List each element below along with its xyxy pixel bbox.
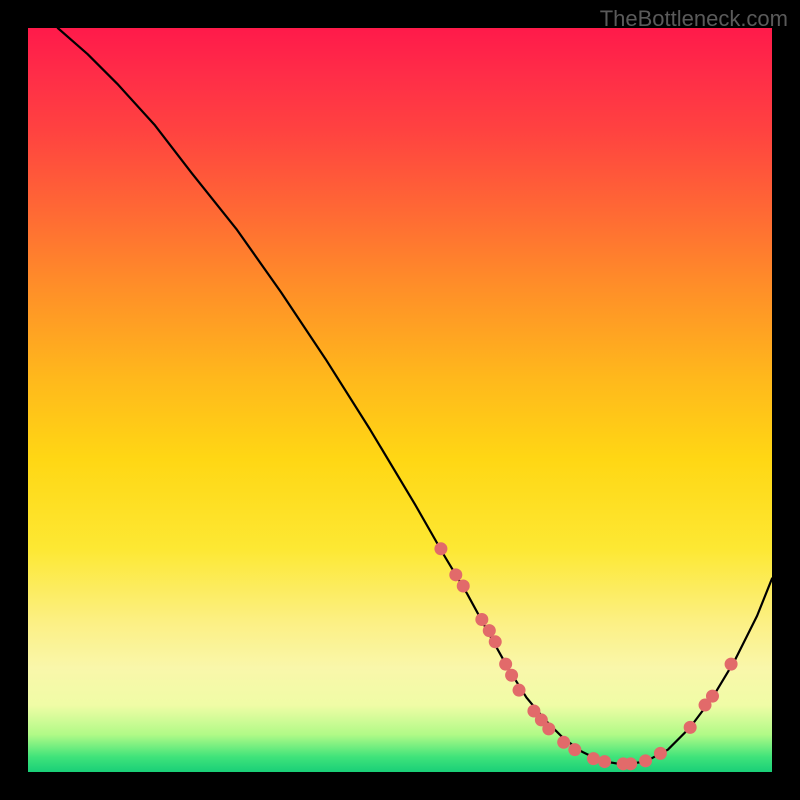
curve-marker bbox=[449, 568, 462, 581]
curve-marker bbox=[489, 635, 502, 648]
curve-marker bbox=[706, 690, 719, 703]
curve-marker bbox=[725, 658, 738, 671]
curve-marker bbox=[434, 542, 447, 555]
curve-marker bbox=[475, 613, 488, 626]
curve-marker bbox=[457, 580, 470, 593]
curve-marker bbox=[513, 684, 526, 697]
curve-overlay bbox=[28, 28, 772, 772]
curve-marker bbox=[499, 658, 512, 671]
curve-marker bbox=[654, 747, 667, 760]
curve-marker bbox=[587, 752, 600, 765]
curve-marker bbox=[624, 757, 637, 770]
curve-marker bbox=[542, 722, 555, 735]
curve-marker bbox=[639, 754, 652, 767]
watermark-text: TheBottleneck.com bbox=[600, 6, 788, 32]
bottleneck-curve bbox=[58, 28, 772, 765]
plot-area bbox=[28, 28, 772, 772]
curve-markers bbox=[434, 542, 737, 770]
curve-marker bbox=[483, 624, 496, 637]
curve-marker bbox=[505, 669, 518, 682]
curve-marker bbox=[557, 736, 570, 749]
curve-marker bbox=[598, 755, 611, 768]
curve-marker bbox=[684, 721, 697, 734]
curve-marker bbox=[568, 743, 581, 756]
